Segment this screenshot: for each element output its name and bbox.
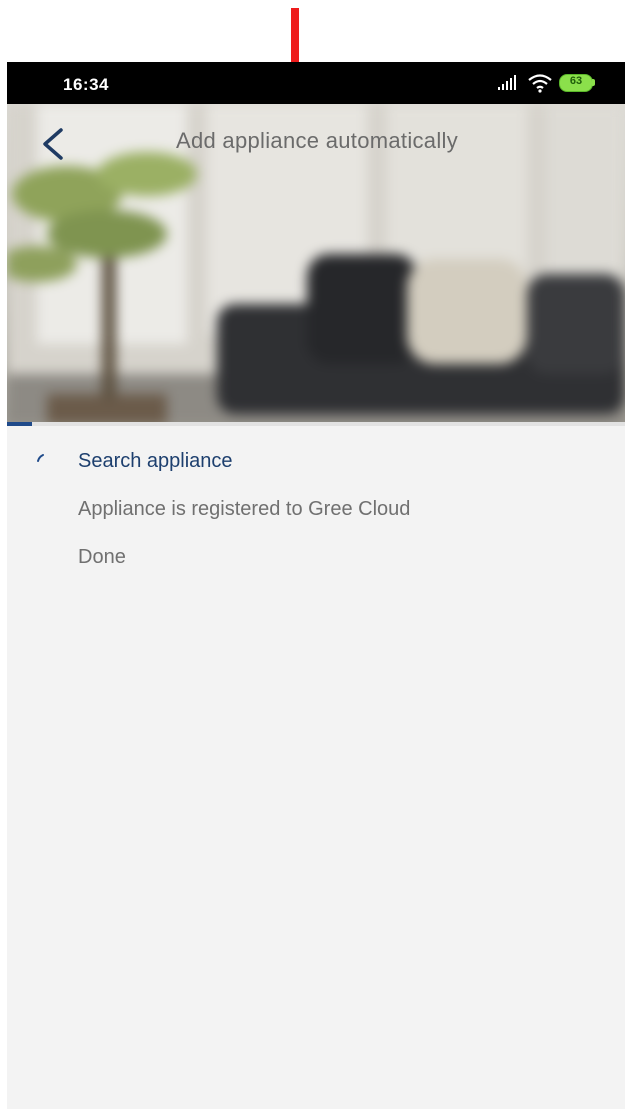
back-button[interactable] <box>33 122 73 166</box>
battery-icon: 63 <box>559 74 595 92</box>
step-done: Done <box>78 546 126 568</box>
progress-bar <box>7 422 625 426</box>
progress-bar-fill <box>7 422 32 426</box>
phone-screen: 16:34 63 Add appliance automatically Sea… <box>7 62 625 1109</box>
page-title: Add appliance automatically <box>175 128 459 153</box>
step-register-cloud: Appliance is registered to Gree Cloud <box>78 498 411 520</box>
wifi-icon <box>528 74 552 93</box>
header-hero-image: Add appliance automatically <box>7 104 625 425</box>
step-search-appliance: Search appliance <box>78 450 233 472</box>
status-time: 16:34 <box>63 75 109 94</box>
signal-bars-icon <box>498 75 516 90</box>
chevron-left-icon <box>43 128 63 160</box>
loading-spinner-icon <box>37 454 44 462</box>
status-bar: 16:34 63 <box>7 62 625 104</box>
battery-level: 63 <box>569 75 583 87</box>
